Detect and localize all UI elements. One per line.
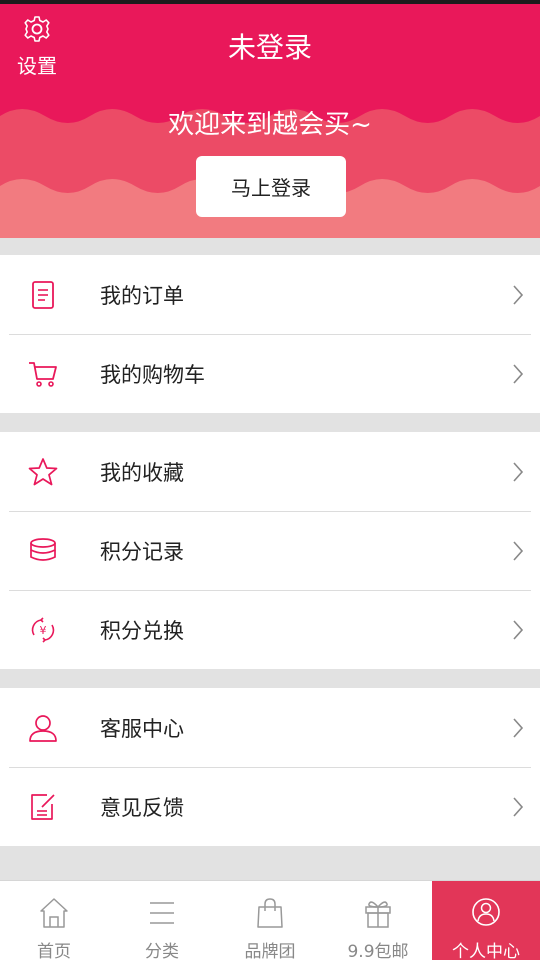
profile-icon <box>472 898 500 926</box>
tab-brand-group[interactable]: 品牌团 <box>216 881 324 960</box>
menu-item-label: 我的订单 <box>100 283 184 308</box>
menu-item-label: 客服中心 <box>100 716 184 741</box>
cart-icon <box>28 359 58 389</box>
menu-item-label: 我的收藏 <box>100 460 184 485</box>
menu-icon <box>150 902 174 924</box>
menu-item-label: 积分记录 <box>100 539 184 564</box>
tab-category[interactable]: 分类 <box>108 881 216 960</box>
login-button[interactable]: 马上登录 <box>196 156 346 217</box>
profile-header: 设置 未登录 欢迎来到越会买~ 马上登录 <box>0 4 540 238</box>
tab-profile[interactable]: 个人中心 <box>432 881 540 960</box>
tab-label: 9.9包邮 <box>347 942 409 960</box>
menu-group-orders: 我的订单 我的购物车 <box>0 255 540 413</box>
tab-home[interactable]: 首页 <box>0 881 108 960</box>
star-icon <box>28 457 58 487</box>
chevron-right-icon <box>513 461 524 482</box>
menu-item-favorites[interactable]: 我的收藏 <box>0 432 540 511</box>
chevron-right-icon <box>513 363 524 384</box>
menu-item-customer-service[interactable]: 客服中心 <box>0 688 540 767</box>
chevron-right-icon <box>513 619 524 640</box>
gift-icon <box>365 901 391 928</box>
menu-group-points: 我的收藏 积分记录 ¥ 积分兑换 <box>0 432 540 669</box>
chevron-right-icon <box>513 796 524 817</box>
bottom-tab-bar: 首页 分类 品牌团 9.9包邮 个人中心 <box>0 880 540 960</box>
tab-label: 首页 <box>37 942 71 960</box>
menu-item-my-orders[interactable]: 我的订单 <box>0 255 540 334</box>
chevron-right-icon <box>513 284 524 305</box>
chevron-right-icon <box>513 540 524 561</box>
feedback-icon <box>28 792 58 822</box>
page-title: 未登录 <box>227 31 312 64</box>
user-icon <box>28 713 58 743</box>
chevron-right-icon <box>513 717 524 738</box>
menu-item-my-cart[interactable]: 我的购物车 <box>0 334 540 413</box>
menu-item-label: 我的购物车 <box>100 362 205 387</box>
svg-text:¥: ¥ <box>40 624 47 637</box>
welcome-text: 欢迎来到越会买~ <box>168 110 372 140</box>
bag-icon <box>257 898 283 928</box>
tab-label: 个人中心 <box>452 942 520 960</box>
menu-item-feedback[interactable]: 意见反馈 <box>0 767 540 846</box>
menu-item-points-record[interactable]: 积分记录 <box>0 511 540 590</box>
coins-icon <box>28 536 58 566</box>
exchange-icon: ¥ <box>28 615 58 645</box>
tab-label: 品牌团 <box>244 942 296 960</box>
menu-group-service: 客服中心 意见反馈 <box>0 688 540 846</box>
tab-label: 分类 <box>145 942 179 960</box>
menu-item-points-exchange[interactable]: ¥ 积分兑换 <box>0 590 540 669</box>
menu-item-label: 意见反馈 <box>100 795 184 820</box>
tab-free-shipping[interactable]: 9.9包邮 <box>324 881 432 960</box>
menu-item-label: 积分兑换 <box>100 618 184 643</box>
home-icon <box>40 898 68 928</box>
order-icon <box>28 280 58 310</box>
